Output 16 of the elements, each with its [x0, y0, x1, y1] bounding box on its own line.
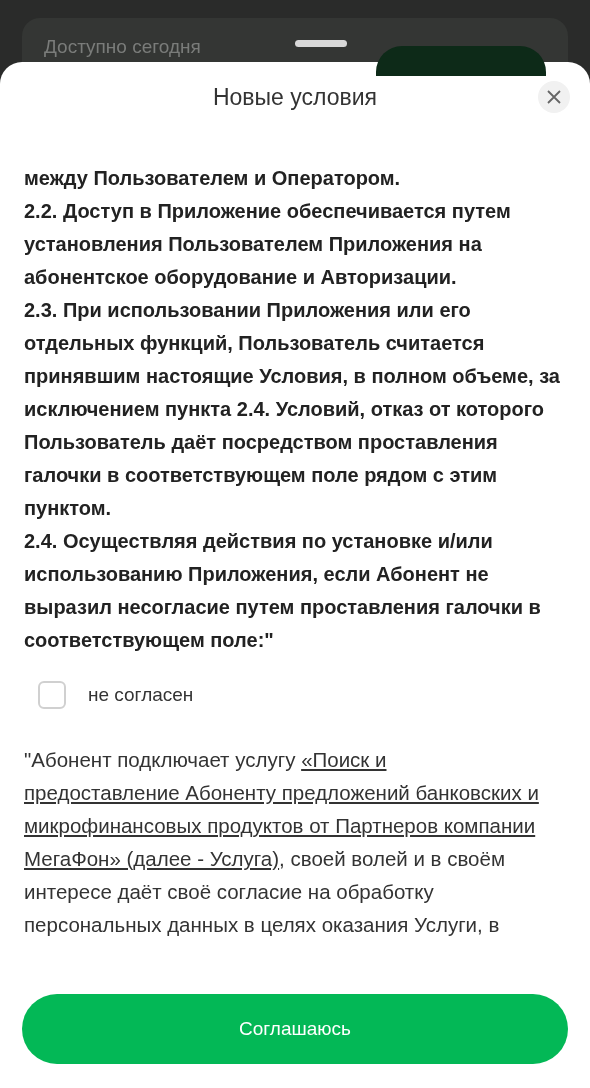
close-button[interactable] [538, 81, 570, 113]
service-link[interactable]: предоставление Абоненту предложений банковских и [24, 781, 539, 804]
terms-paragraph: 2.2. Доступ в Приложение обеспечивается путем установления Пользователем Приложения на абонентское оборудование и Авторизации. [24, 199, 512, 290]
card-label: Доступно сегодня [44, 36, 201, 59]
service-link[interactable]: микрофинансовых продуктов от Партнеров компании [24, 814, 536, 837]
consent-paragraph: "Абонент подключает услугу «Поиск и предоставление Абоненту предложений банковских и микрофинансовых продуктов от Партнеров компании МегаФон» (далее - Услуга), своей волей и в своём интересе даёт своё согласие на обработку персональных данных в целях оказания Услуги, в [24, 747, 540, 938]
checkbox-label: не согласен [88, 684, 194, 706]
sheet-title: Новые условия [212, 83, 378, 111]
drag-handle[interactable] [295, 40, 347, 47]
service-link[interactable]: «Поиск и [301, 748, 387, 771]
terms-paragraph: 2.3. При использовании Приложения или его отдельных функций, Пользователь считается принявшим настоящие Условия, в полном объеме, за исключением пункта 2.4. Условий, отказ от которого Пользователь даёт посредством проставления галочки в соответствующем поле рядом с этим пунктом. [24, 298, 561, 521]
terms-paragraph: 2.4. Осуществляя действия по установке и/или использованию Приложения, если Абонент не выразил несогласие путем проставления галочки в соответствующем поле:" [24, 529, 542, 653]
close-icon [547, 90, 561, 104]
terms-paragraph: между Пользователем и Оператором. [24, 166, 402, 191]
service-link[interactable]: МегаФон» (далее - Услуга) [24, 847, 280, 870]
checkbox[interactable] [38, 681, 66, 709]
